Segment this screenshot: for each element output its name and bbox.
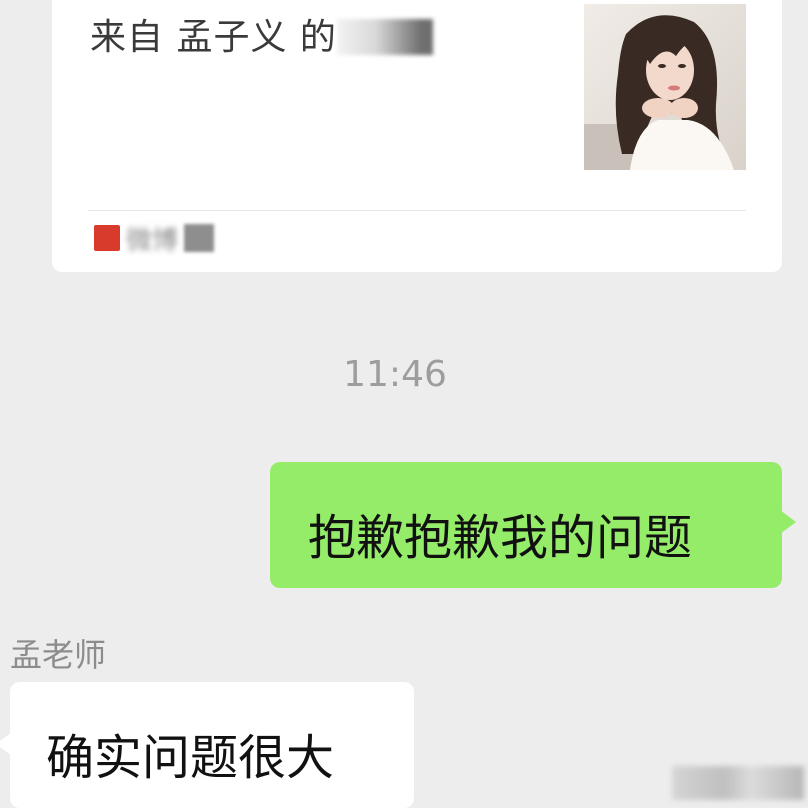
blurred-title-suffix xyxy=(336,19,433,55)
outgoing-message-text: 抱歉抱歉我的问题 xyxy=(308,510,693,566)
incoming-message-text: 确实问题很大 xyxy=(46,730,335,786)
card-divider xyxy=(88,210,746,211)
card-title: 来自 孟子义 的 xyxy=(90,8,433,60)
outgoing-message-bubble[interactable]: 抱歉抱歉我的问题 xyxy=(270,462,796,588)
chat-area: 来自 孟子义 的 微博 11:46 抱歉抱歉我的问题 孟老师 确实问题很大 xyxy=(0,0,808,808)
blurred-watermark xyxy=(672,766,804,800)
card-thumbnail xyxy=(584,4,746,170)
blurred-source-detail xyxy=(184,224,215,252)
card-source: 微博 xyxy=(94,222,215,256)
portrait-thumbnail-image xyxy=(584,4,746,170)
weibo-icon xyxy=(94,225,120,251)
card-title-text: 来自 孟子义 的 xyxy=(90,17,337,58)
incoming-message-bubble[interactable]: 确实问题很大 xyxy=(0,682,414,808)
timestamp: 11:46 xyxy=(343,354,447,395)
shared-link-card[interactable]: 来自 孟子义 的 微博 xyxy=(52,0,782,272)
sender-name: 孟老师 xyxy=(10,636,107,674)
source-label: 微博 xyxy=(126,225,179,256)
